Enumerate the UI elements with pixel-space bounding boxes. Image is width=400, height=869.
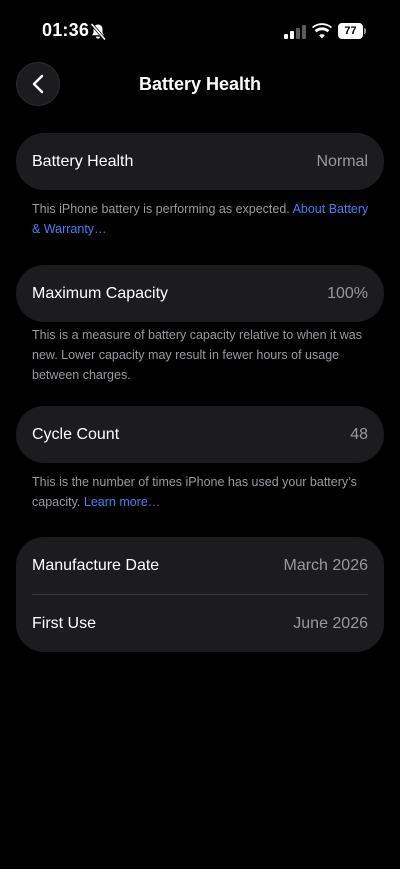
maximum-capacity-card: Maximum Capacity 100% xyxy=(16,265,384,322)
status-bar: 01:36 77 xyxy=(0,0,400,60)
first-use-value: June 2026 xyxy=(293,614,368,632)
dates-card: Manufacture Date March 2026 First Use Ju… xyxy=(16,537,384,652)
battery-icon: 77 xyxy=(338,23,366,39)
cellular-signal-icon xyxy=(284,25,306,39)
first-use-label: First Use xyxy=(32,614,96,632)
maximum-capacity-value: 100% xyxy=(327,284,368,302)
cycle-count-footnote: This is the number of times iPhone has u… xyxy=(32,472,372,512)
battery-health-row: Battery Health Normal xyxy=(16,133,384,190)
cycle-count-card: Cycle Count 48 xyxy=(16,406,384,463)
bell-slash-icon xyxy=(90,23,106,40)
battery-health-value: Normal xyxy=(316,152,368,170)
battery-cap xyxy=(364,28,366,34)
maximum-capacity-label: Maximum Capacity xyxy=(32,284,169,302)
manufacture-date-label: Manufacture Date xyxy=(32,556,160,574)
learn-more-link[interactable]: Learn more… xyxy=(84,495,160,509)
maximum-capacity-description: This is a measure of battery capacity re… xyxy=(32,328,363,382)
battery-health-card: Battery Health Normal xyxy=(16,133,384,190)
battery-health-label: Battery Health xyxy=(32,152,134,170)
maximum-capacity-row: Maximum Capacity 100% xyxy=(16,265,384,322)
first-use-row: First Use June 2026 xyxy=(16,595,384,652)
cycle-count-label: Cycle Count xyxy=(32,425,120,443)
status-time: 01:36 xyxy=(42,20,90,40)
battery-health-footnote: This iPhone battery is performing as exp… xyxy=(32,199,372,239)
manufacture-date-value: March 2026 xyxy=(283,556,369,574)
wifi-icon xyxy=(312,23,332,39)
maximum-capacity-footnote: This is a measure of battery capacity re… xyxy=(32,325,372,385)
cycle-count-description: This is the number of times iPhone has u… xyxy=(32,475,357,509)
battery-level: 77 xyxy=(344,25,357,37)
cycle-count-value: 48 xyxy=(350,425,368,443)
battery-health-description: This iPhone battery is performing as exp… xyxy=(32,202,293,216)
manufacture-date-row: Manufacture Date March 2026 xyxy=(16,537,384,594)
page-title: Battery Health xyxy=(138,74,262,94)
cycle-count-row: Cycle Count 48 xyxy=(16,406,384,463)
battery-body: 77 xyxy=(338,23,363,39)
